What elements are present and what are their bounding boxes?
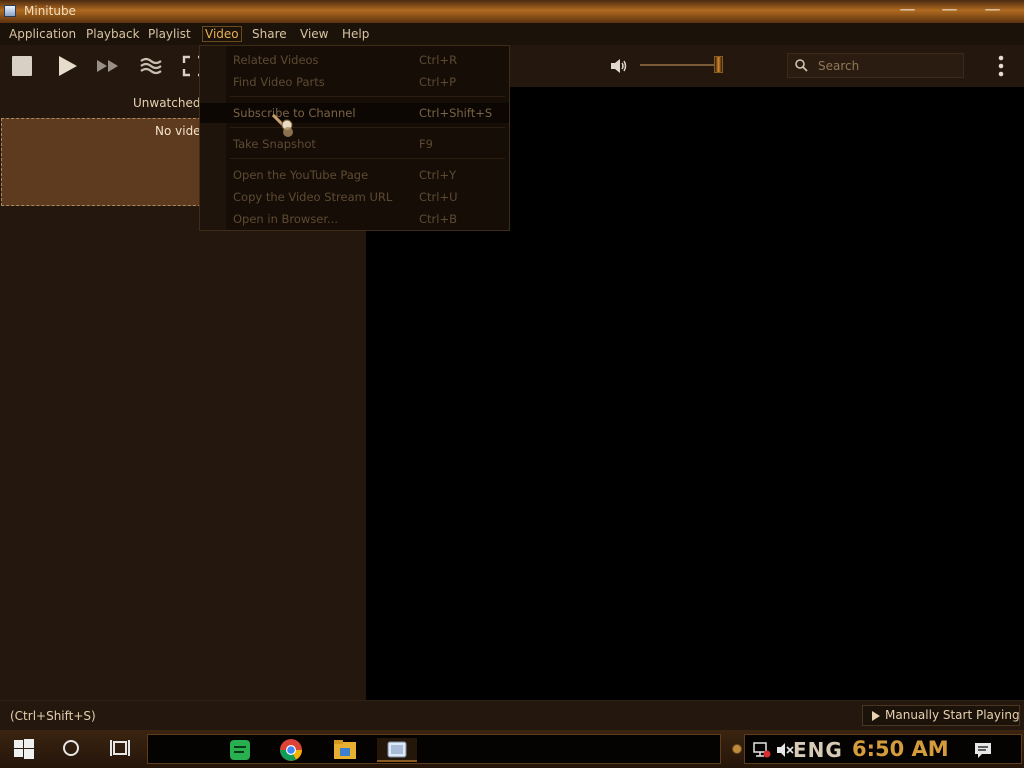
- unwatched-label[interactable]: Unwatched ': [133, 96, 208, 110]
- menu-item-shortcut: Ctrl+U: [419, 190, 458, 204]
- minitube-icon: [387, 741, 407, 758]
- taskbar-search-icon[interactable]: [63, 740, 79, 756]
- no-video-text: No vide: [155, 124, 201, 138]
- taskbar-apps: [147, 734, 721, 764]
- menu-item-label: Copy the Video Stream URL: [233, 190, 393, 204]
- menu-item-shortcut: Ctrl+B: [419, 212, 457, 226]
- app-icon: [4, 5, 16, 17]
- menu-separator: [230, 158, 505, 159]
- maximize-button[interactable]: ━━━: [934, 5, 964, 18]
- file-explorer-button[interactable]: [325, 738, 365, 762]
- menu-video[interactable]: Video: [202, 26, 242, 42]
- volume-muted-icon[interactable]: [776, 742, 794, 758]
- notes-app-button[interactable]: [220, 738, 260, 762]
- search-field[interactable]: Search: [787, 53, 964, 78]
- menu-item-label: Open the YouTube Page: [233, 168, 369, 182]
- file-explorer-icon: [334, 740, 356, 759]
- menu-item-open-in-browser[interactable]: Open in Browser... Ctrl+B: [200, 209, 509, 229]
- menu-item-shortcut: Ctrl+Shift+S: [419, 106, 493, 120]
- menu-separator: [230, 96, 505, 97]
- menu-item-label: Open in Browser...: [233, 212, 339, 226]
- menu-item-take-snapshot[interactable]: Take Snapshot F9: [200, 134, 509, 154]
- menu-item-subscribe-to-channel[interactable]: Subscribe to Channel Ctrl+Shift+S: [200, 103, 509, 123]
- status-bar: (Ctrl+Shift+S) Manually Start Playing: [0, 700, 1024, 730]
- manually-start-playing-button[interactable]: Manually Start Playing: [862, 705, 1020, 726]
- language-indicator[interactable]: ENG: [793, 738, 843, 762]
- menu-bar: Application Playback Playlist Video Shar…: [0, 23, 1024, 46]
- tray-indicator-icon: [732, 744, 742, 754]
- menu-view[interactable]: View: [297, 26, 331, 42]
- task-view-icon[interactable]: [110, 739, 130, 757]
- play-triangle-icon: [872, 711, 880, 721]
- video-menu-dropdown: Related Videos Ctrl+R Find Video Parts C…: [199, 45, 510, 231]
- manual-button-label: Manually Start Playing: [885, 708, 1020, 722]
- clock[interactable]: 6:50 AM: [852, 737, 949, 761]
- skip-icon[interactable]: [96, 55, 120, 77]
- mouse-cursor-icon: [272, 114, 293, 137]
- kebab-menu-icon[interactable]: [996, 53, 1006, 79]
- search-placeholder: Search: [818, 59, 860, 73]
- network-icon[interactable]: [753, 742, 771, 758]
- menu-item-shortcut: Ctrl+R: [419, 53, 458, 67]
- menu-item-label: Find Video Parts: [233, 75, 325, 89]
- system-tray: ENG 6:50 AM: [744, 734, 1022, 764]
- menu-share[interactable]: Share: [249, 26, 290, 42]
- menu-item-related-videos[interactable]: Related Videos Ctrl+R: [200, 50, 509, 70]
- stop-icon[interactable]: [10, 55, 34, 77]
- play-icon[interactable]: [55, 55, 79, 77]
- search-icon: [795, 59, 808, 72]
- minitube-window: Minitube ━━━ ━━━ ━━━ Application Playbac…: [0, 0, 1024, 730]
- menu-playback[interactable]: Playback: [83, 26, 143, 42]
- menu-item-copy-video-stream-url[interactable]: Copy the Video Stream URL Ctrl+U: [200, 187, 509, 207]
- notes-app-icon: [230, 740, 250, 760]
- volume-slider[interactable]: [640, 64, 722, 66]
- taskbar: ENG 6:50 AM: [0, 730, 1024, 768]
- menu-application[interactable]: Application: [6, 26, 79, 42]
- chrome-button[interactable]: [271, 738, 311, 762]
- window-title: Minitube: [24, 4, 76, 18]
- menu-playlist[interactable]: Playlist: [145, 26, 194, 42]
- volume-slider-handle[interactable]: [714, 56, 723, 73]
- close-button[interactable]: ━━━: [977, 5, 1007, 18]
- status-text: (Ctrl+Shift+S): [10, 709, 96, 723]
- menu-help[interactable]: Help: [339, 26, 372, 42]
- menu-item-shortcut: Ctrl+Y: [419, 168, 457, 182]
- chrome-icon: [280, 739, 302, 761]
- related-icon[interactable]: [139, 55, 163, 77]
- start-icon[interactable]: [14, 739, 34, 759]
- menu-item-find-video-parts[interactable]: Find Video Parts Ctrl+P: [200, 72, 509, 92]
- title-bar[interactable]: Minitube ━━━ ━━━ ━━━: [0, 0, 1024, 24]
- minitube-taskbar-button[interactable]: [377, 738, 417, 762]
- menu-item-label: Related Videos: [233, 53, 319, 67]
- minimize-button[interactable]: ━━━: [892, 5, 922, 18]
- notifications-icon[interactable]: [973, 741, 993, 759]
- menu-item-open-youtube-page[interactable]: Open the YouTube Page Ctrl+Y: [200, 165, 509, 185]
- menu-item-shortcut: F9: [419, 137, 433, 151]
- volume-icon[interactable]: [610, 58, 628, 74]
- menu-item-shortcut: Ctrl+P: [419, 75, 457, 89]
